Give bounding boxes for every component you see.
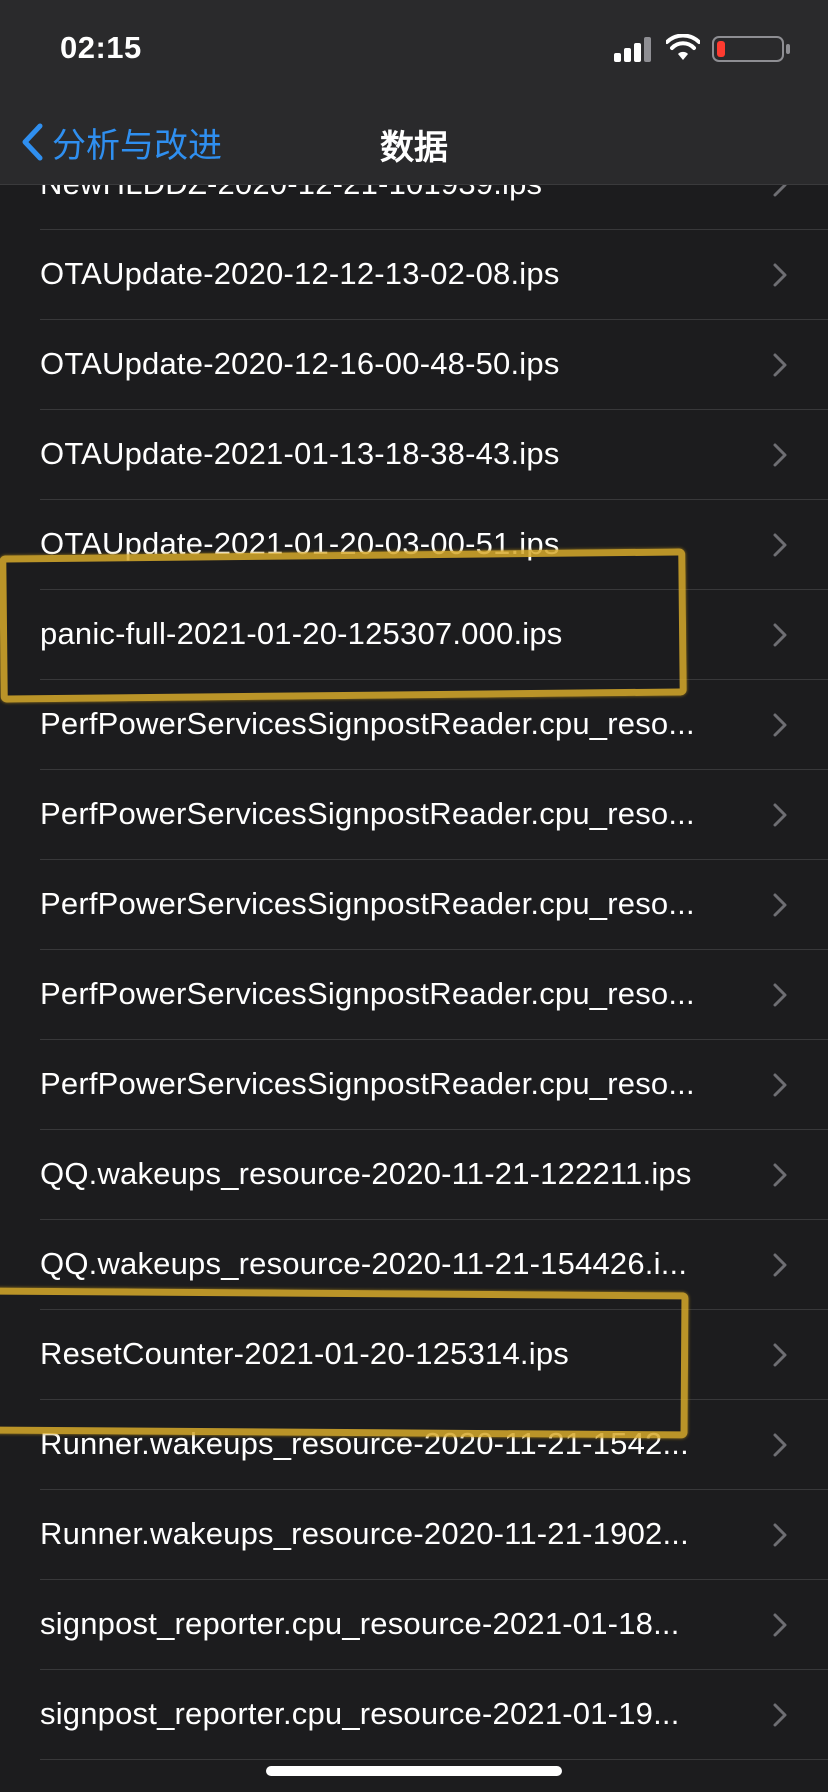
list-item[interactable]: PerfPowerServicesSignpostReader.cpu_reso… — [40, 950, 828, 1040]
cellular-signal-icon — [614, 36, 652, 62]
list-item-label: PerfPowerServicesSignpostReader.cpu_reso… — [40, 796, 695, 831]
list-item[interactable]: signpost_reporter.cpu_resource-2021-01-1… — [40, 1580, 828, 1670]
chevron-right-icon — [773, 1073, 787, 1097]
list-item[interactable]: QQ.wakeups_resource-2020-11-21-122211.ip… — [40, 1130, 828, 1220]
chevron-right-icon — [773, 803, 787, 827]
file-list: NewHLDDZ-2020-12-21-101939.ips OTAUpdate… — [0, 140, 828, 1760]
list-item[interactable]: signpost_reporter.cpu_resource-2021-01-1… — [40, 1670, 828, 1760]
list-item-label: PerfPowerServicesSignpostReader.cpu_reso… — [40, 1066, 695, 1101]
battery-low-icon — [712, 36, 790, 62]
list-item-label: PerfPowerServicesSignpostReader.cpu_reso… — [40, 976, 695, 1011]
status-time: 02:15 — [60, 30, 142, 65]
wifi-icon — [666, 34, 700, 60]
list-item-label: OTAUpdate-2021-01-13-18-38-43.ips — [40, 436, 560, 471]
chevron-right-icon — [773, 1343, 787, 1367]
home-indicator[interactable] — [266, 1766, 562, 1776]
list-item-label: signpost_reporter.cpu_resource-2021-01-1… — [40, 1696, 680, 1731]
list-item[interactable]: OTAUpdate-2020-12-12-13-02-08.ips — [40, 230, 828, 320]
chevron-right-icon — [773, 533, 787, 557]
list-item-label: PerfPowerServicesSignpostReader.cpu_reso… — [40, 706, 695, 741]
highlight-box-reset-counter — [0, 1287, 689, 1439]
page-title: 数据 — [380, 129, 448, 167]
list-item[interactable]: PerfPowerServicesSignpostReader.cpu_reso… — [40, 860, 828, 950]
list-item[interactable]: Runner.wakeups_resource-2020-11-21-1902.… — [40, 1490, 828, 1580]
chevron-right-icon — [773, 1703, 787, 1727]
chevron-right-icon — [773, 1433, 787, 1457]
list-item-label: OTAUpdate-2020-12-16-00-48-50.ips — [40, 346, 560, 381]
chevron-right-icon — [773, 1523, 787, 1547]
navigation-bar: 分析与改进 数据 — [0, 100, 828, 185]
list-item[interactable]: OTAUpdate-2021-01-13-18-38-43.ips — [40, 410, 828, 500]
chevron-right-icon — [773, 1253, 787, 1277]
highlight-box-panic-full — [0, 548, 687, 703]
list-item-label: QQ.wakeups_resource-2020-11-21-122211.ip… — [40, 1156, 692, 1191]
chevron-right-icon — [773, 353, 787, 377]
chevron-right-icon — [773, 1613, 787, 1637]
list-item[interactable]: PerfPowerServicesSignpostReader.cpu_reso… — [40, 770, 828, 860]
list-item-label: OTAUpdate-2020-12-12-13-02-08.ips — [40, 256, 560, 291]
chevron-right-icon — [773, 263, 787, 287]
chevron-right-icon — [773, 983, 787, 1007]
list-item-label: signpost_reporter.cpu_resource-2021-01-1… — [40, 1606, 680, 1641]
list-item-label: PerfPowerServicesSignpostReader.cpu_reso… — [40, 886, 695, 921]
chevron-right-icon — [773, 443, 787, 467]
chevron-right-icon — [773, 623, 787, 647]
status-bar: 02:15 — [0, 0, 828, 100]
chevron-right-icon — [773, 893, 787, 917]
chevron-right-icon — [773, 713, 787, 737]
list-item-label: QQ.wakeups_resource-2020-11-21-154426.i.… — [40, 1246, 688, 1281]
list-item[interactable]: PerfPowerServicesSignpostReader.cpu_reso… — [40, 1040, 828, 1130]
status-icons — [592, 34, 792, 64]
list-item-label: Runner.wakeups_resource-2020-11-21-1902.… — [40, 1516, 689, 1551]
list-item[interactable]: OTAUpdate-2020-12-16-00-48-50.ips — [40, 320, 828, 410]
chevron-right-icon — [773, 1163, 787, 1187]
